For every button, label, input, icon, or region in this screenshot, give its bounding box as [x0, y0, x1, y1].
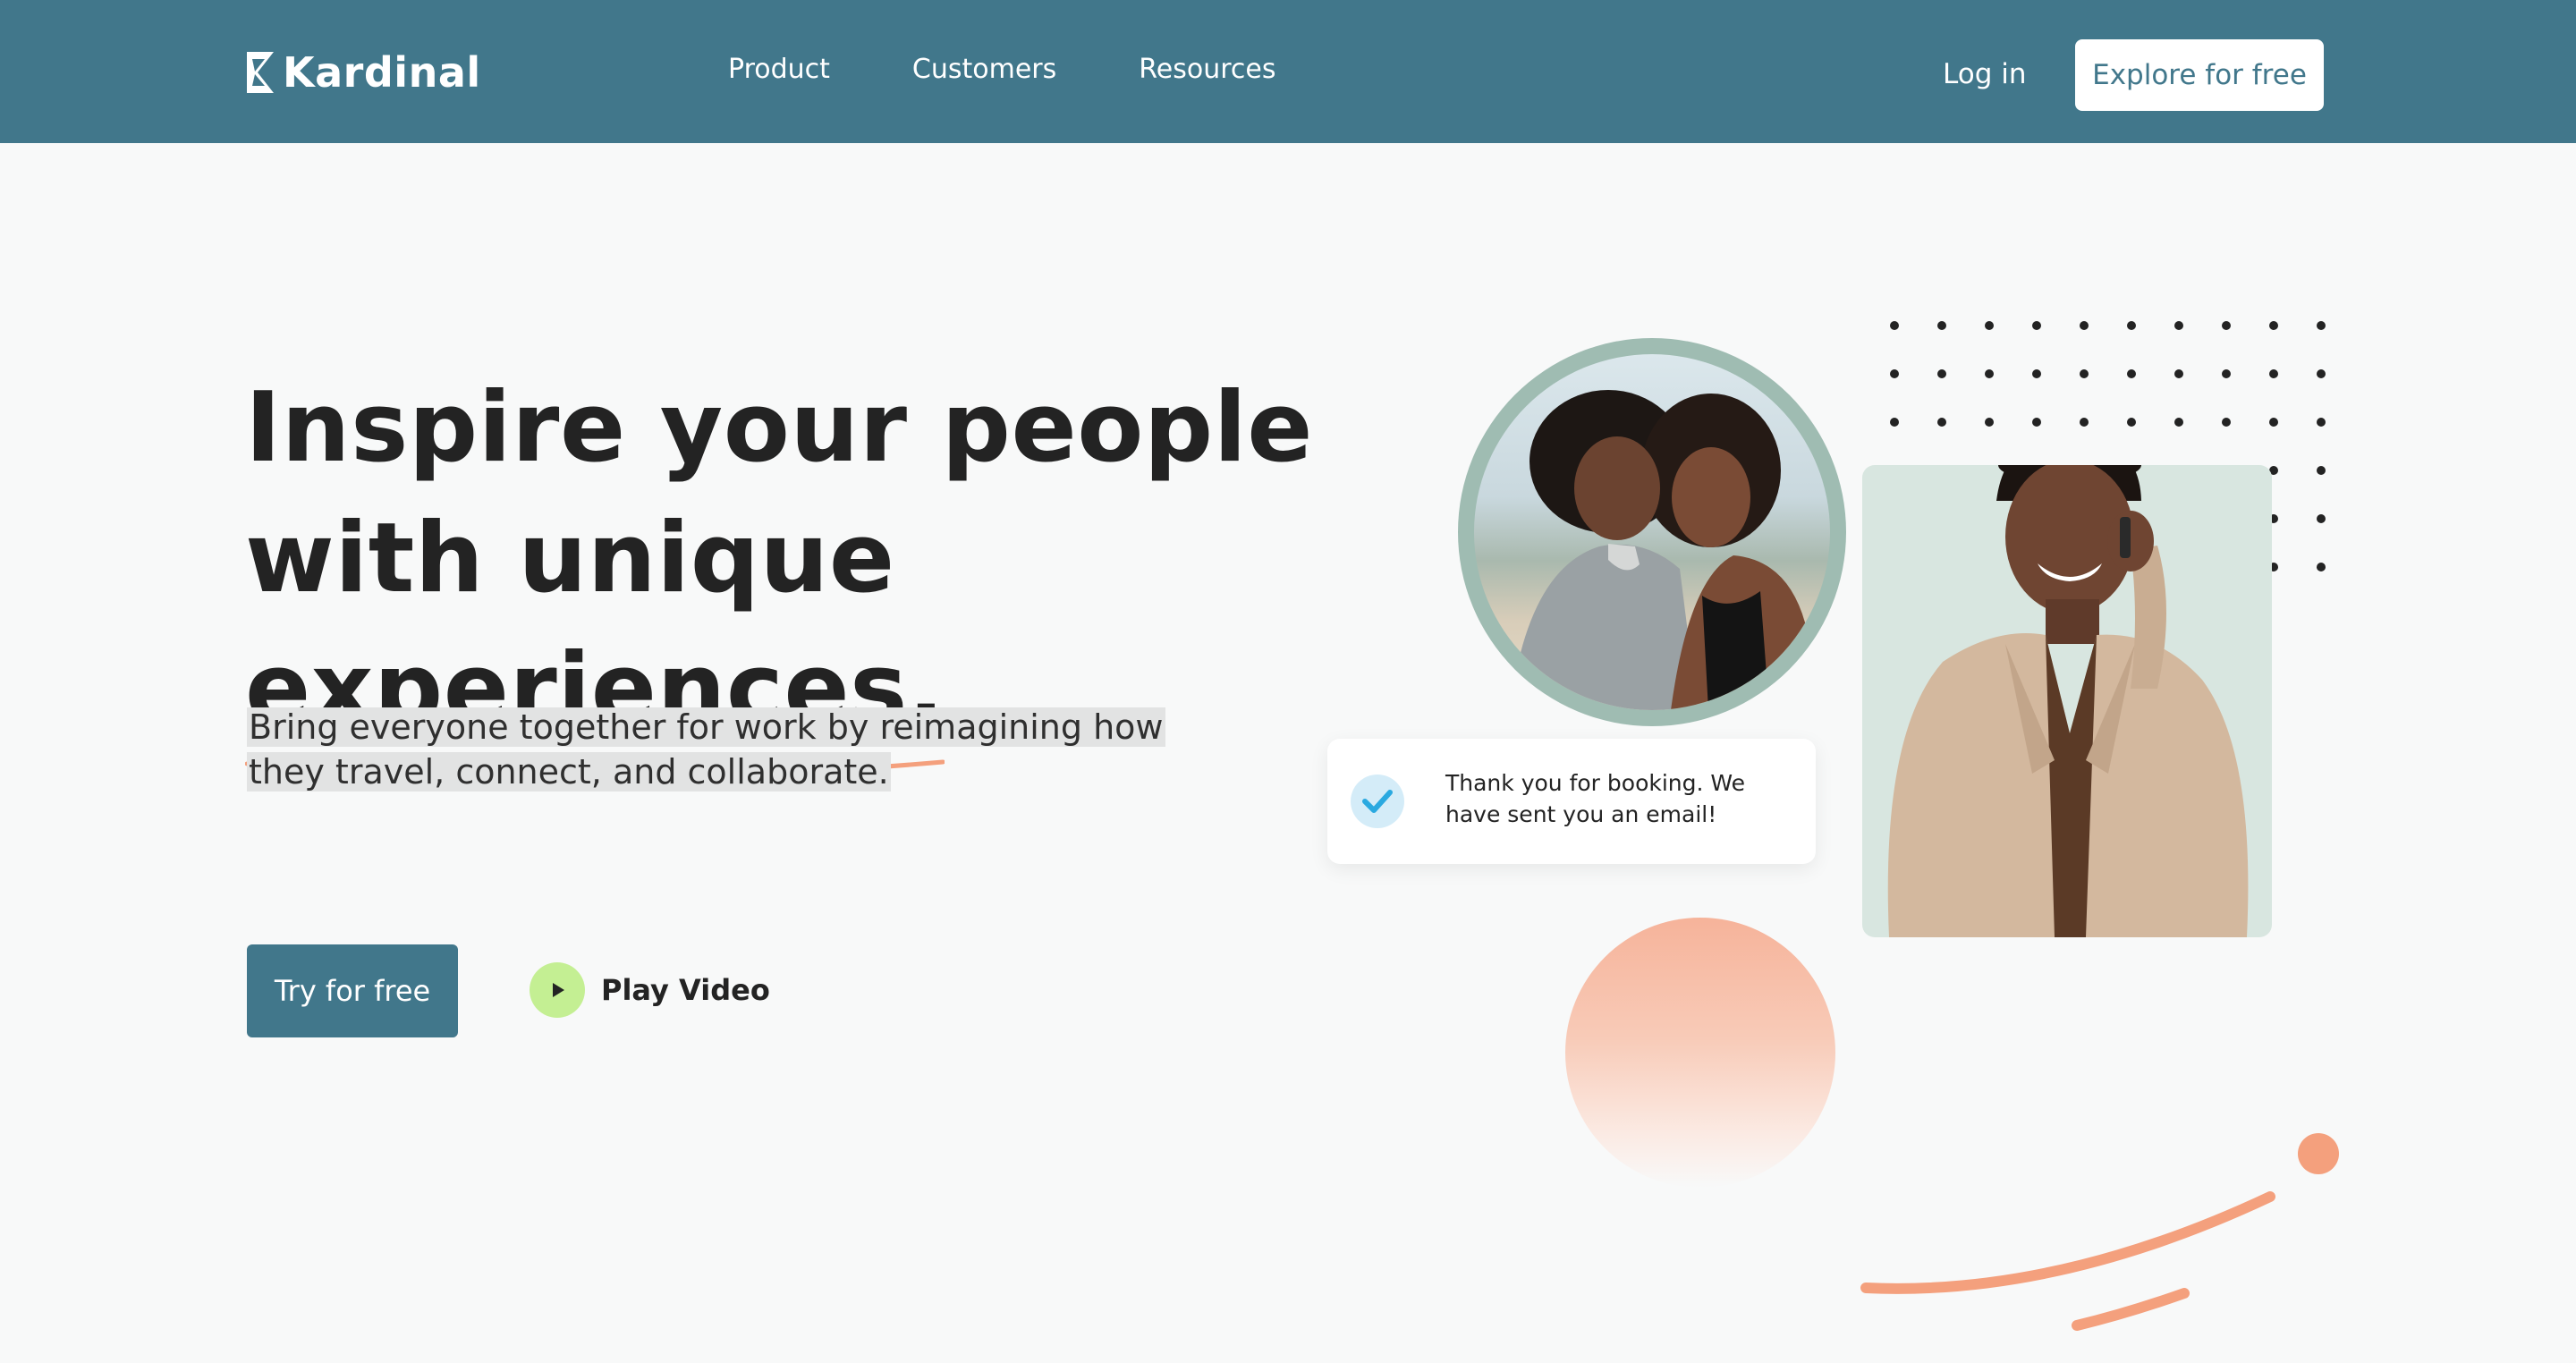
grid-dot	[2127, 321, 2136, 330]
grid-dot	[1937, 321, 1946, 330]
primary-nav: Product Customers Resources	[728, 50, 1275, 89]
grid-dot	[2317, 466, 2326, 475]
nav-link-product[interactable]: Product	[728, 50, 830, 89]
grid-dot	[2317, 369, 2326, 378]
grid-dot	[2269, 418, 2278, 427]
grid-dot	[2032, 418, 2041, 427]
play-video-button[interactable]: Play Video	[530, 962, 770, 1018]
man-on-phone-photo	[1862, 465, 2272, 937]
grid-dot	[2174, 369, 2183, 378]
grid-dot	[1890, 369, 1899, 378]
grid-dot	[1937, 369, 1946, 378]
grid-dot	[2317, 321, 2326, 330]
brand-name: Kardinal	[283, 48, 481, 97]
grid-dot	[2127, 418, 2136, 427]
brand-logo[interactable]: Kardinal	[247, 50, 481, 95]
peach-circle-decoration	[1565, 918, 1835, 1188]
grid-dot	[2174, 321, 2183, 330]
play-video-label: Play Video	[601, 973, 770, 1007]
kardinal-logo-icon	[247, 52, 274, 93]
nav-link-resources[interactable]: Resources	[1139, 50, 1275, 89]
checkmark-icon	[1351, 775, 1404, 828]
grid-dot	[2032, 369, 2041, 378]
login-link[interactable]: Log in	[1943, 54, 2026, 95]
friends-photo	[1458, 338, 1846, 726]
grid-dot	[2222, 418, 2231, 427]
grid-dot	[2269, 369, 2278, 378]
grid-dot	[2317, 514, 2326, 523]
grid-dot	[1985, 418, 1994, 427]
landing-page: Kardinal Product Customers Resources Log…	[0, 0, 2576, 1363]
grid-dot	[1937, 418, 1946, 427]
grid-dot	[2032, 321, 2041, 330]
grid-dot	[2174, 418, 2183, 427]
hero-headline-text: Inspire your people with unique	[245, 372, 1313, 614]
grid-dot	[2080, 418, 2089, 427]
grid-dot	[1985, 369, 1994, 378]
grid-dot	[2317, 563, 2326, 571]
swoosh-decoration	[1860, 1133, 2339, 1331]
grid-dot	[2317, 418, 2326, 427]
friends-photo-image	[1474, 354, 1830, 710]
hero-headline: Inspire your people with unique experien…	[245, 363, 1408, 782]
grid-dot	[2222, 321, 2231, 330]
grid-dot	[2127, 369, 2136, 378]
top-navigation: Kardinal Product Customers Resources Log…	[0, 0, 2576, 143]
play-icon	[530, 962, 585, 1018]
grid-dot	[1985, 321, 1994, 330]
hero-subtext-text: Bring everyone together for work by reim…	[247, 707, 1165, 792]
hero-subtext: Bring everyone together for work by reim…	[247, 705, 1249, 794]
booking-confirmation-toast: Thank you for booking. We have sent you …	[1327, 739, 1816, 864]
grid-dot	[2080, 321, 2089, 330]
try-for-free-button[interactable]: Try for free	[247, 944, 458, 1037]
grid-dot	[1890, 418, 1899, 427]
grid-dot	[2222, 369, 2231, 378]
nav-link-customers[interactable]: Customers	[912, 50, 1056, 89]
explore-for-free-button[interactable]: Explore for free	[2075, 39, 2324, 111]
grid-dot	[2080, 369, 2089, 378]
booking-confirmation-text: Thank you for booking. We have sent you …	[1445, 770, 1746, 827]
grid-dot	[1890, 321, 1899, 330]
grid-dot	[2269, 321, 2278, 330]
